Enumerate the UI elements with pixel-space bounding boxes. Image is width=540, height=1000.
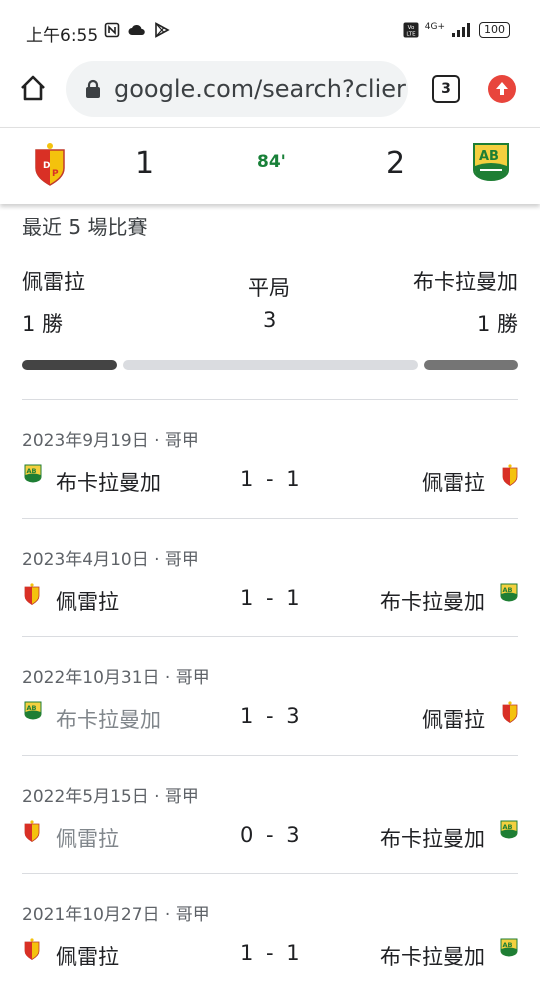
svg-text:AB: AB — [479, 149, 499, 164]
match-date: 2023年4月10日 · 哥甲 — [22, 549, 199, 570]
svg-text:D: D — [43, 161, 50, 171]
match-date: 2023年9月19日 · 哥甲 — [22, 431, 199, 451]
signal-icon — [452, 23, 470, 37]
left-team-name: 佩雷拉 — [22, 270, 85, 294]
right-team-wins: 1 勝 — [476, 312, 518, 336]
draws-bar — [123, 360, 418, 370]
status-time: 上午6:55 — [26, 26, 99, 46]
away-team-name: 布卡拉曼加 — [380, 826, 485, 851]
home-team-name: 佩雷拉 — [56, 589, 119, 614]
match-minute: 84' — [257, 152, 286, 172]
bucaramanga-logo-icon: AB — [24, 701, 42, 725]
match-date: 2021年10月27日 · 哥甲 — [22, 905, 210, 925]
bucaramanga-logo-icon: AB — [500, 583, 518, 607]
pereira-logo-icon — [24, 819, 40, 846]
svg-text:Vo: Vo — [407, 25, 414, 31]
volte-icon: VoLTE — [403, 22, 419, 38]
draw-label: 平局 — [248, 276, 290, 300]
svg-text:LTE: LTE — [406, 32, 416, 38]
match-score: 1 - 1 — [240, 941, 300, 965]
away-score: 2 — [386, 146, 406, 181]
nfc-icon — [104, 22, 120, 38]
away-team-name: 佩雷拉 — [422, 708, 485, 732]
pereira-logo-icon — [502, 701, 518, 727]
pereira-logo-icon — [24, 938, 40, 964]
match-score: 0 - 3 — [240, 822, 300, 847]
live-score-header: D P 1 84' 2 AB — [0, 127, 540, 204]
tab-switcher-button[interactable]: 3 — [432, 75, 460, 103]
match-score: 1 - 3 — [240, 704, 300, 728]
bucaramanga-logo-icon: AB — [24, 464, 42, 488]
draw-count: 3 — [263, 308, 277, 332]
match-score: 1 - 1 — [240, 467, 300, 491]
bucaramanga-logo-icon: AB — [500, 820, 518, 844]
lock-icon — [86, 79, 100, 98]
home-team-name: 布卡拉曼加 — [56, 708, 161, 732]
match-date: 2022年5月15日 · 哥甲 — [22, 786, 199, 807]
address-bar[interactable]: google.com/search?clier — [66, 61, 408, 117]
update-icon[interactable] — [488, 75, 516, 103]
home-score: 1 — [135, 146, 155, 181]
bucaramanga-logo-icon: AB — [473, 143, 509, 182]
pereira-logo-icon: D P — [35, 143, 65, 186]
match-row[interactable]: 2022年10月31日 · 哥甲 AB 布卡拉曼加 1 - 3 佩雷拉 — [0, 636, 540, 754]
recent-matches-title: 最近 5 場比賽 — [22, 215, 148, 239]
home-team-name: 佩雷拉 — [56, 826, 119, 851]
pereira-logo-icon — [24, 582, 40, 609]
pereira-logo-icon — [502, 464, 518, 490]
url-text: google.com/search?clier — [114, 75, 406, 103]
left-team-wins: 1 勝 — [22, 312, 64, 336]
match-date: 2022年10月31日 · 哥甲 — [22, 668, 210, 688]
match-row[interactable]: 2022年5月15日 · 哥甲 佩雷拉 0 - 3 布卡拉曼加 AB — [0, 755, 540, 873]
right-wins-bar — [424, 360, 518, 370]
play-store-icon — [155, 22, 170, 38]
network-type: 4G+ — [424, 22, 445, 32]
browser-toolbar: google.com/search?clier 3 — [0, 58, 540, 126]
home-team-name: 布卡拉曼加 — [56, 471, 161, 495]
right-team-name: 布卡拉曼加 — [413, 270, 518, 294]
left-wins-bar — [22, 360, 117, 370]
bucaramanga-logo-icon: AB — [500, 938, 518, 962]
cloud-icon — [128, 24, 145, 35]
away-team-name: 布卡拉曼加 — [380, 945, 485, 969]
away-team-name: 布卡拉曼加 — [380, 589, 485, 614]
match-score: 1 - 1 — [240, 585, 300, 610]
status-bar: 上午6:55 Vo LTE 4G+ 100 — [0, 0, 540, 58]
home-icon[interactable] — [18, 73, 48, 103]
battery-icon: 100 — [479, 22, 510, 38]
match-row[interactable]: 2023年9月19日 · 哥甲 AB 布卡拉曼加 1 - 1 佩雷拉 — [0, 399, 540, 517]
match-row[interactable]: 2023年4月10日 · 哥甲 佩雷拉 1 - 1 布卡拉曼加 AB — [0, 518, 540, 636]
away-team-name: 佩雷拉 — [422, 471, 485, 495]
svg-text:P: P — [52, 169, 59, 179]
home-team-name: 佩雷拉 — [56, 945, 119, 969]
match-row[interactable]: 2021年10月27日 · 哥甲 佩雷拉 1 - 1 布卡拉曼加 AB — [0, 873, 540, 991]
